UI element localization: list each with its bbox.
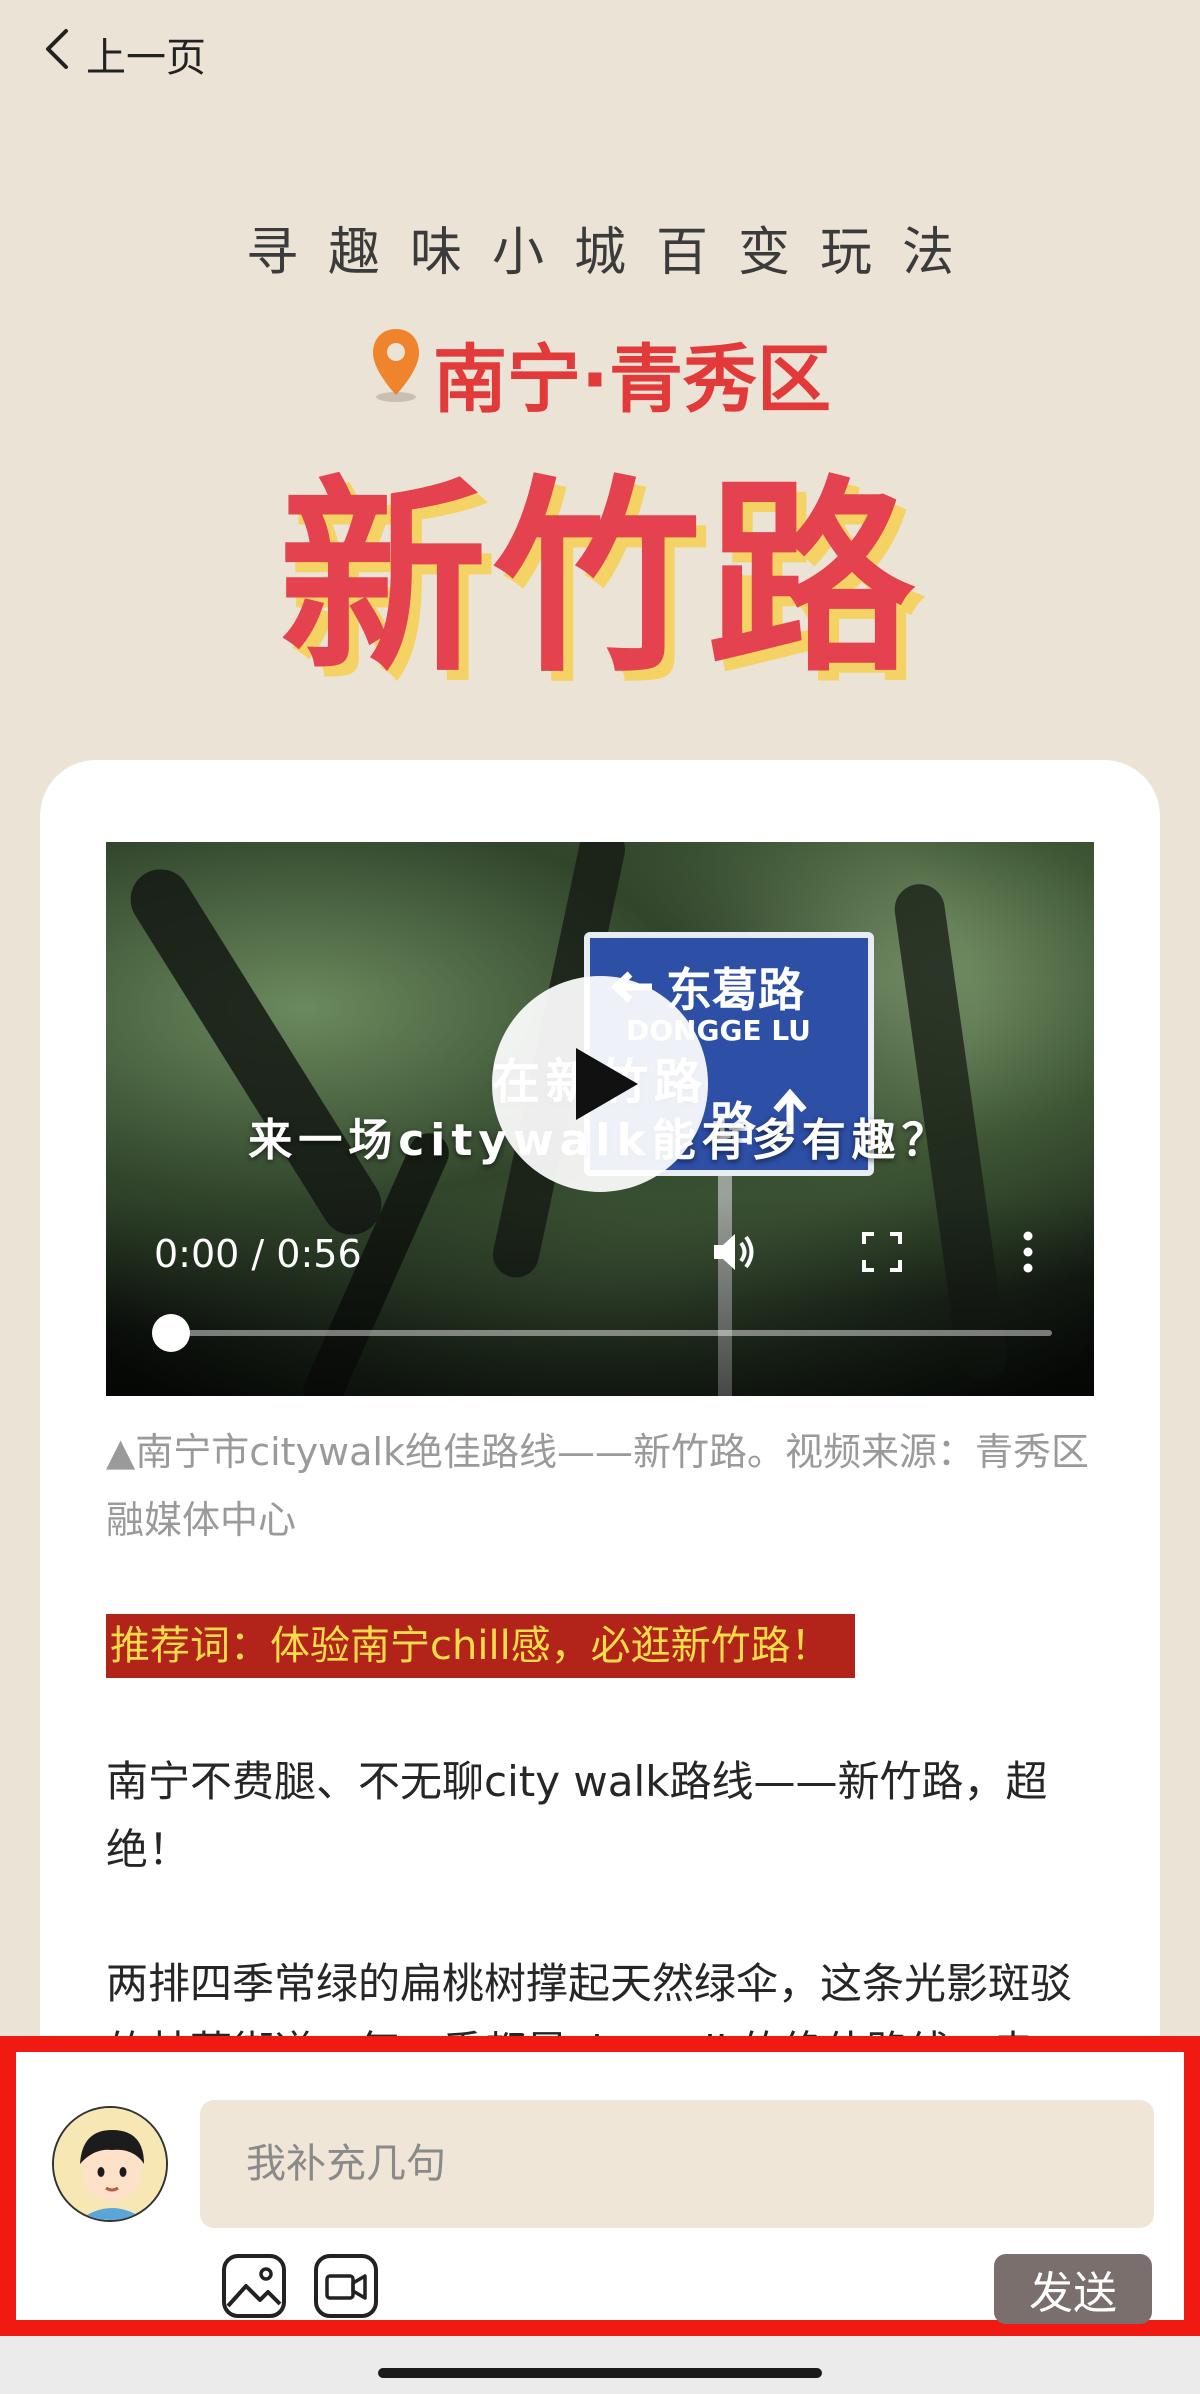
insert-image-button[interactable] bbox=[218, 2250, 290, 2322]
volume-icon bbox=[714, 1234, 754, 1270]
back-label: 上一页 bbox=[86, 35, 206, 81]
fullscreen-icon bbox=[862, 1232, 902, 1272]
more-options-button[interactable] bbox=[998, 1222, 1058, 1282]
play-button[interactable] bbox=[492, 976, 708, 1192]
insert-video-button[interactable] bbox=[310, 2250, 382, 2322]
chevron-left-icon bbox=[40, 27, 76, 81]
page: 上一页 寻趣味小城百变玩法 南宁·青秀区 新竹路 东葛路 DONGGE LU 路… bbox=[0, 0, 1200, 2394]
home-indicator[interactable] bbox=[378, 2368, 822, 2378]
more-vertical-icon bbox=[1023, 1231, 1033, 1273]
video-controls-shade bbox=[106, 1196, 1094, 1396]
article-paragraph: 南宁不费腿、不无聊city walk路线——新竹路，超绝！ bbox=[106, 1757, 1048, 1874]
hero-subtitle: 寻趣味小城百变玩法 bbox=[245, 223, 984, 283]
video-player[interactable]: 东葛路 DONGGE LU 路 在新竹路 来一场citywalk能有多有趣？ 0… bbox=[106, 842, 1094, 1396]
video-time: 0:00 / 0:56 bbox=[154, 1232, 362, 1276]
comment-bar: 发送 bbox=[0, 2036, 1200, 2336]
back-button[interactable]: 上一页 bbox=[40, 22, 206, 86]
volume-button[interactable] bbox=[704, 1222, 764, 1282]
video-caption: ▲南宁市citywalk绝佳路线——新竹路。视频来源：青秀区融媒体中心 bbox=[106, 1430, 1089, 1542]
system-bottom-bar bbox=[0, 2336, 1200, 2394]
video-camera-icon bbox=[314, 2254, 378, 2318]
send-button[interactable]: 发送 bbox=[994, 2254, 1152, 2324]
fullscreen-button[interactable] bbox=[852, 1222, 912, 1282]
avatar-illustration bbox=[54, 2108, 166, 2220]
avatar[interactable] bbox=[52, 2106, 168, 2222]
play-icon bbox=[576, 1048, 638, 1120]
video-progress-track[interactable] bbox=[170, 1330, 1052, 1336]
hero-title: 新竹路 bbox=[279, 459, 921, 701]
recommendation-highlight: 推荐词：体验南宁chill感，必逛新竹路！ bbox=[106, 1614, 855, 1678]
sign-line1: 东葛路 bbox=[666, 963, 804, 1017]
image-icon bbox=[222, 2254, 286, 2318]
video-progress-knob[interactable] bbox=[152, 1314, 190, 1352]
comment-input[interactable] bbox=[200, 2100, 1154, 2228]
location-pin-icon bbox=[369, 327, 423, 421]
